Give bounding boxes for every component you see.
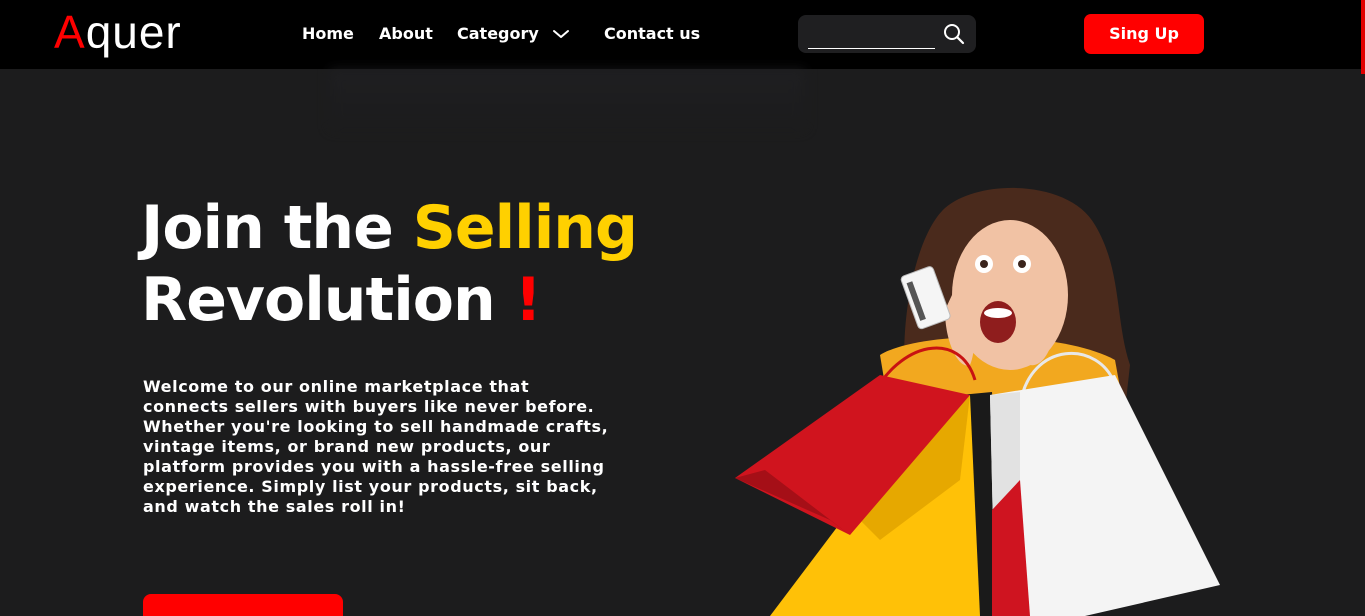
search-box <box>798 15 976 53</box>
signup-button[interactable]: Sing Up <box>1084 14 1204 54</box>
nav-home-link[interactable]: Home <box>302 23 354 45</box>
hero-title: Join the Selling Revolution ! <box>141 192 701 336</box>
hero-title-part2: Revolution <box>141 265 515 335</box>
hero-description: Welcome to our online marketplace that c… <box>143 377 609 516</box>
logo-rest: quer <box>85 6 182 58</box>
navbar: Aquer Home About Category Contact us Sin… <box>0 0 1365 69</box>
nav-about-link[interactable]: About <box>379 23 433 45</box>
hero-title-part1: Join the <box>141 193 413 263</box>
nav-shadow <box>330 69 805 129</box>
nav-contact-link[interactable]: Contact us <box>604 23 700 45</box>
hero-title-accent: Selling <box>412 193 638 263</box>
logo-first-letter: A <box>54 6 86 58</box>
nav-category-link[interactable]: Category <box>457 23 539 45</box>
hero-cta-button[interactable] <box>143 594 343 616</box>
search-input[interactable] <box>808 22 935 49</box>
logo[interactable]: Aquer <box>54 4 182 60</box>
chevron-down-icon[interactable] <box>552 26 570 42</box>
search-icon[interactable] <box>942 22 966 46</box>
shopping-woman-image <box>735 187 1220 616</box>
scrollbar-accent <box>1361 0 1365 74</box>
hero-title-bang: ! <box>514 265 542 335</box>
